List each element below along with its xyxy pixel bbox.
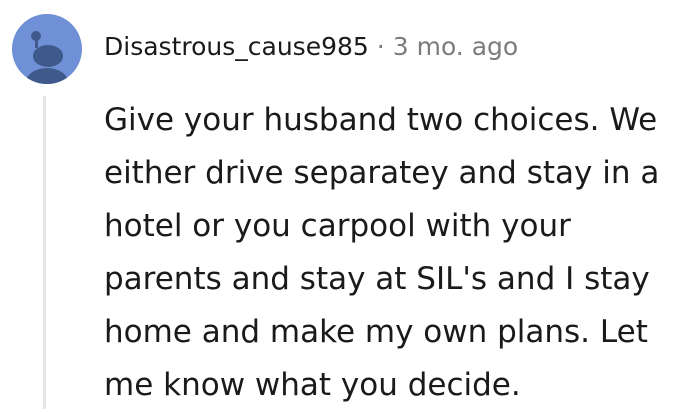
comment-body-line: either drive separatey and stay in a (104, 155, 660, 191)
meta-separator: · (376, 32, 385, 61)
snoo-avatar-icon (26, 31, 68, 84)
comment-body-line: parents and stay at SIL's and I stay (104, 261, 650, 297)
comment-body: Give your husband two choices. We either… (104, 94, 694, 412)
comment-header: Disastrous_cause985 · 3 mo. ago (104, 30, 518, 64)
username-link[interactable]: Disastrous_cause985 (104, 32, 369, 61)
thread-collapse-line[interactable] (43, 96, 46, 409)
timestamp-link[interactable]: 3 mo. ago (393, 32, 518, 61)
comment: Disastrous_cause985 · 3 mo. ago Give your … (0, 0, 700, 409)
comment-body-line: me know what you decide. (104, 367, 521, 403)
comment-body-line: hotel or you carpool with your (104, 208, 571, 244)
comment-body-line: home and make my own plans. Let (104, 314, 648, 350)
avatar[interactable] (12, 14, 82, 84)
comment-body-line: Give your husband two choices. We (104, 102, 658, 138)
